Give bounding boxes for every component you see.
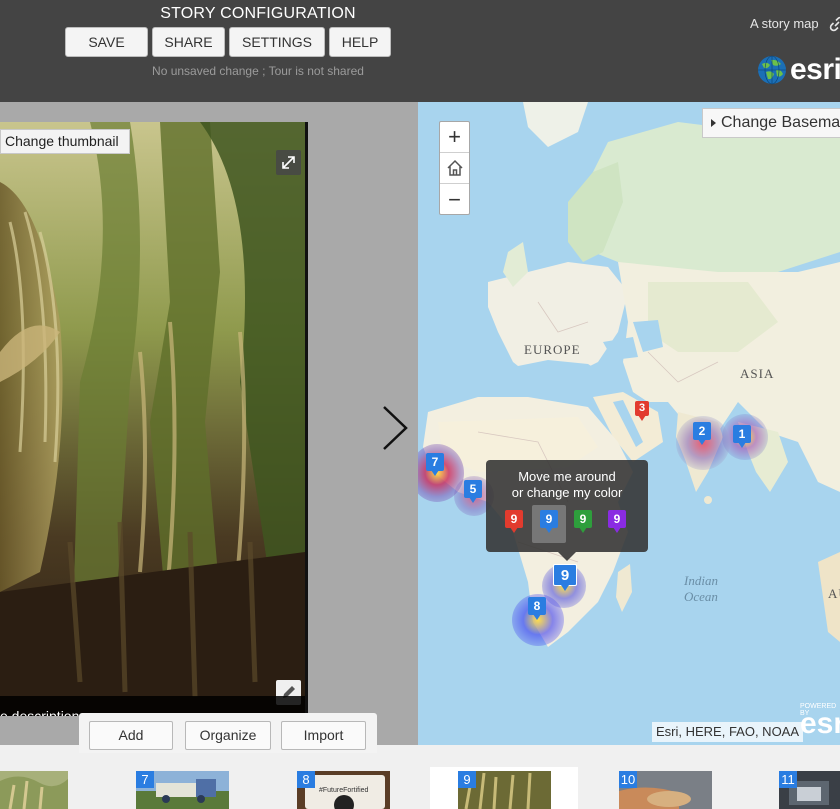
color-option-red[interactable]: 9 xyxy=(497,505,531,543)
marker-7[interactable]: 7 xyxy=(426,453,444,477)
popup-text-line1: Move me around xyxy=(518,469,616,484)
marker-tail xyxy=(431,470,439,476)
marker-3[interactable]: 3 xyxy=(635,401,653,425)
link-icon[interactable] xyxy=(829,16,840,32)
color-pin-tail xyxy=(510,527,518,533)
color-option-purple[interactable]: 9 xyxy=(600,505,634,543)
thumbnail-number: 10 xyxy=(619,771,637,788)
thumbnail-carousel xyxy=(0,745,840,809)
home-button[interactable] xyxy=(440,153,469,184)
change-basemap-label: Change Basema xyxy=(721,114,840,131)
basemap xyxy=(423,102,840,647)
marker-tail xyxy=(561,585,569,591)
thumbnail-item[interactable]: 7 xyxy=(136,771,229,809)
map-esri-logo[interactable]: esri xyxy=(800,707,840,741)
marker-tail xyxy=(698,439,706,445)
zoom-out-button[interactable]: − xyxy=(440,184,469,215)
map-attribution: Esri, HERE, FAO, NOAA xyxy=(652,722,804,742)
expand-button[interactable] xyxy=(276,150,301,175)
marker-label: 5 xyxy=(464,480,482,498)
color-pin-label: 9 xyxy=(505,510,523,528)
thumbnail-caption: #FutureFortified xyxy=(319,787,369,794)
ocean-label-line1: Indian xyxy=(684,573,718,588)
color-pin-tail xyxy=(613,527,621,533)
thumbnail-item[interactable] xyxy=(0,771,68,809)
globe-icon xyxy=(758,55,786,85)
marker-tail xyxy=(533,614,541,620)
media-frame: e description xyxy=(0,122,308,716)
map-label-indian-ocean: Indian Ocean xyxy=(684,573,718,605)
color-pin: 9 xyxy=(505,510,523,534)
chevron-right-icon[interactable] xyxy=(380,404,410,452)
help-button[interactable]: HELP xyxy=(329,27,391,57)
esri-logo[interactable]: esri xyxy=(757,55,840,85)
marker-label: 3 xyxy=(635,401,649,416)
color-pin-label: 9 xyxy=(608,510,626,528)
change-basemap-button[interactable]: Change Basema xyxy=(702,108,840,138)
popup-text-line2: or change my color xyxy=(511,485,623,500)
story-map-link[interactable]: A story map xyxy=(750,16,819,31)
marker-tail xyxy=(638,415,646,421)
thumbnail-item[interactable]: 11 xyxy=(779,771,840,809)
zoom-control: + − xyxy=(439,121,470,215)
save-status-text: No unsaved change ; Tour is not shared xyxy=(152,64,364,78)
organize-button[interactable]: Organize xyxy=(185,721,271,750)
color-pin: 9 xyxy=(574,510,592,534)
thumbnail-item[interactable]: 8 #FutureFortified xyxy=(297,771,390,809)
marker-label: 8 xyxy=(528,597,546,615)
marker-label: 7 xyxy=(426,453,444,471)
share-button[interactable]: SHARE xyxy=(152,27,225,57)
marker-label: 2 xyxy=(693,422,711,440)
thumbnail-number: 9 xyxy=(458,771,476,788)
color-option-blue[interactable]: 9 xyxy=(532,505,566,543)
popup-pointer xyxy=(558,552,576,561)
builder-header: STORY CONFIGURATION SAVE SHARE SETTINGS … xyxy=(0,0,840,102)
thumbnail-number: 8 xyxy=(297,771,315,788)
marker-label: 9 xyxy=(553,564,577,586)
marker-popup: Move me around or change my color 9 9 9 … xyxy=(486,460,648,561)
map-label-edge: AU xyxy=(828,586,840,601)
marker-2[interactable]: 2 xyxy=(693,422,711,446)
color-pin-label: 9 xyxy=(574,510,592,528)
color-pin: 9 xyxy=(608,510,626,534)
color-pin-tail xyxy=(579,527,587,533)
color-pin: 9 xyxy=(540,510,558,534)
map-view[interactable]: + − Change Basema EUROPE ASIA AU Indian … xyxy=(418,102,840,745)
page-title: STORY CONFIGURATION xyxy=(160,5,356,22)
zoom-in-button[interactable]: + xyxy=(440,122,469,153)
thumbnail-number: 7 xyxy=(136,771,154,788)
expand-icon xyxy=(282,156,295,169)
marker-9-selected[interactable]: 9 xyxy=(553,564,577,592)
ocean-label-line2: Ocean xyxy=(684,589,718,604)
thumbnail-number: 11 xyxy=(779,771,797,788)
caret-right-icon xyxy=(711,119,716,127)
add-button[interactable]: Add xyxy=(89,721,173,750)
esri-wordmark: esri xyxy=(790,53,840,86)
change-thumbnail-button[interactable]: Change thumbnail xyxy=(0,129,130,154)
thumbnail-item-selected[interactable]: 9 xyxy=(458,771,551,809)
caption-text[interactable]: e description xyxy=(0,708,79,716)
map-label-asia: ASIA xyxy=(740,366,775,381)
color-pin-label: 9 xyxy=(540,510,558,528)
marker-5[interactable]: 5 xyxy=(464,480,482,504)
media-panel: e description Change thumbnail xyxy=(0,102,418,745)
map-label-europe: EUROPE xyxy=(524,342,581,357)
thumbnail-item[interactable]: 10 xyxy=(619,771,712,809)
marker-8[interactable]: 8 xyxy=(528,597,546,621)
color-pin-tail xyxy=(545,527,553,533)
import-button[interactable]: Import xyxy=(281,721,366,750)
settings-button[interactable]: SETTINGS xyxy=(229,27,325,57)
thumbnail-image xyxy=(0,771,68,809)
marker-1[interactable]: 1 xyxy=(733,425,751,449)
crop-photo xyxy=(0,122,305,716)
home-icon xyxy=(446,159,463,176)
marker-tail xyxy=(738,442,746,448)
marker-label: 1 xyxy=(733,425,751,443)
marker-tail xyxy=(469,497,477,503)
save-button[interactable]: SAVE xyxy=(65,27,148,57)
color-option-green[interactable]: 9 xyxy=(566,505,600,543)
